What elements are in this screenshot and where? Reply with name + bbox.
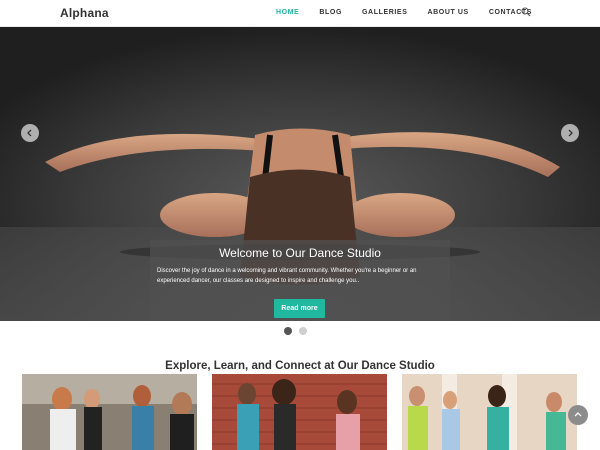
chevron-left-icon xyxy=(27,129,32,137)
slider-dots xyxy=(284,327,307,335)
chevron-right-icon xyxy=(568,129,573,137)
scroll-to-top-button[interactable] xyxy=(568,405,588,425)
feature-card-3[interactable] xyxy=(402,374,577,450)
slide-text: Discover the joy of dance in a welcoming… xyxy=(157,268,417,284)
section-title: Explore, Learn, and Connect at Our Dance… xyxy=(165,360,435,372)
card-image-1 xyxy=(22,374,197,450)
site-header: Alphana HOME BLOG GALLERIES ABOUT US CON… xyxy=(0,0,600,27)
slider-dot-2[interactable] xyxy=(299,327,307,335)
card-image-2 xyxy=(212,374,387,450)
hero-slider: Welcome to Our Dance Studio Discover the… xyxy=(0,27,600,321)
nav-item-blog[interactable]: BLOG xyxy=(319,9,342,16)
chevron-up-icon xyxy=(574,412,582,417)
slider-prev-button[interactable] xyxy=(21,124,39,142)
card-image-3 xyxy=(402,374,577,450)
site-logo[interactable]: Alphana xyxy=(60,6,109,20)
slider-next-button[interactable] xyxy=(561,124,579,142)
nav-item-galleries[interactable]: GALLERIES xyxy=(362,9,407,16)
slider-dot-1[interactable] xyxy=(284,327,292,335)
feature-card-2[interactable] xyxy=(212,374,387,450)
search-icon[interactable] xyxy=(521,7,531,17)
feature-cards xyxy=(22,374,578,450)
read-more-button[interactable]: Read more xyxy=(274,299,325,318)
nav-item-home[interactable]: HOME xyxy=(276,9,299,16)
nav-item-about-us[interactable]: ABOUT US xyxy=(427,9,468,16)
slide-title: Welcome to Our Dance Studio xyxy=(219,246,381,260)
slide-caption: Welcome to Our Dance Studio Discover the… xyxy=(150,240,450,321)
main-nav: HOME BLOG GALLERIES ABOUT US CONTACTS xyxy=(256,9,532,16)
feature-card-1[interactable] xyxy=(22,374,197,450)
